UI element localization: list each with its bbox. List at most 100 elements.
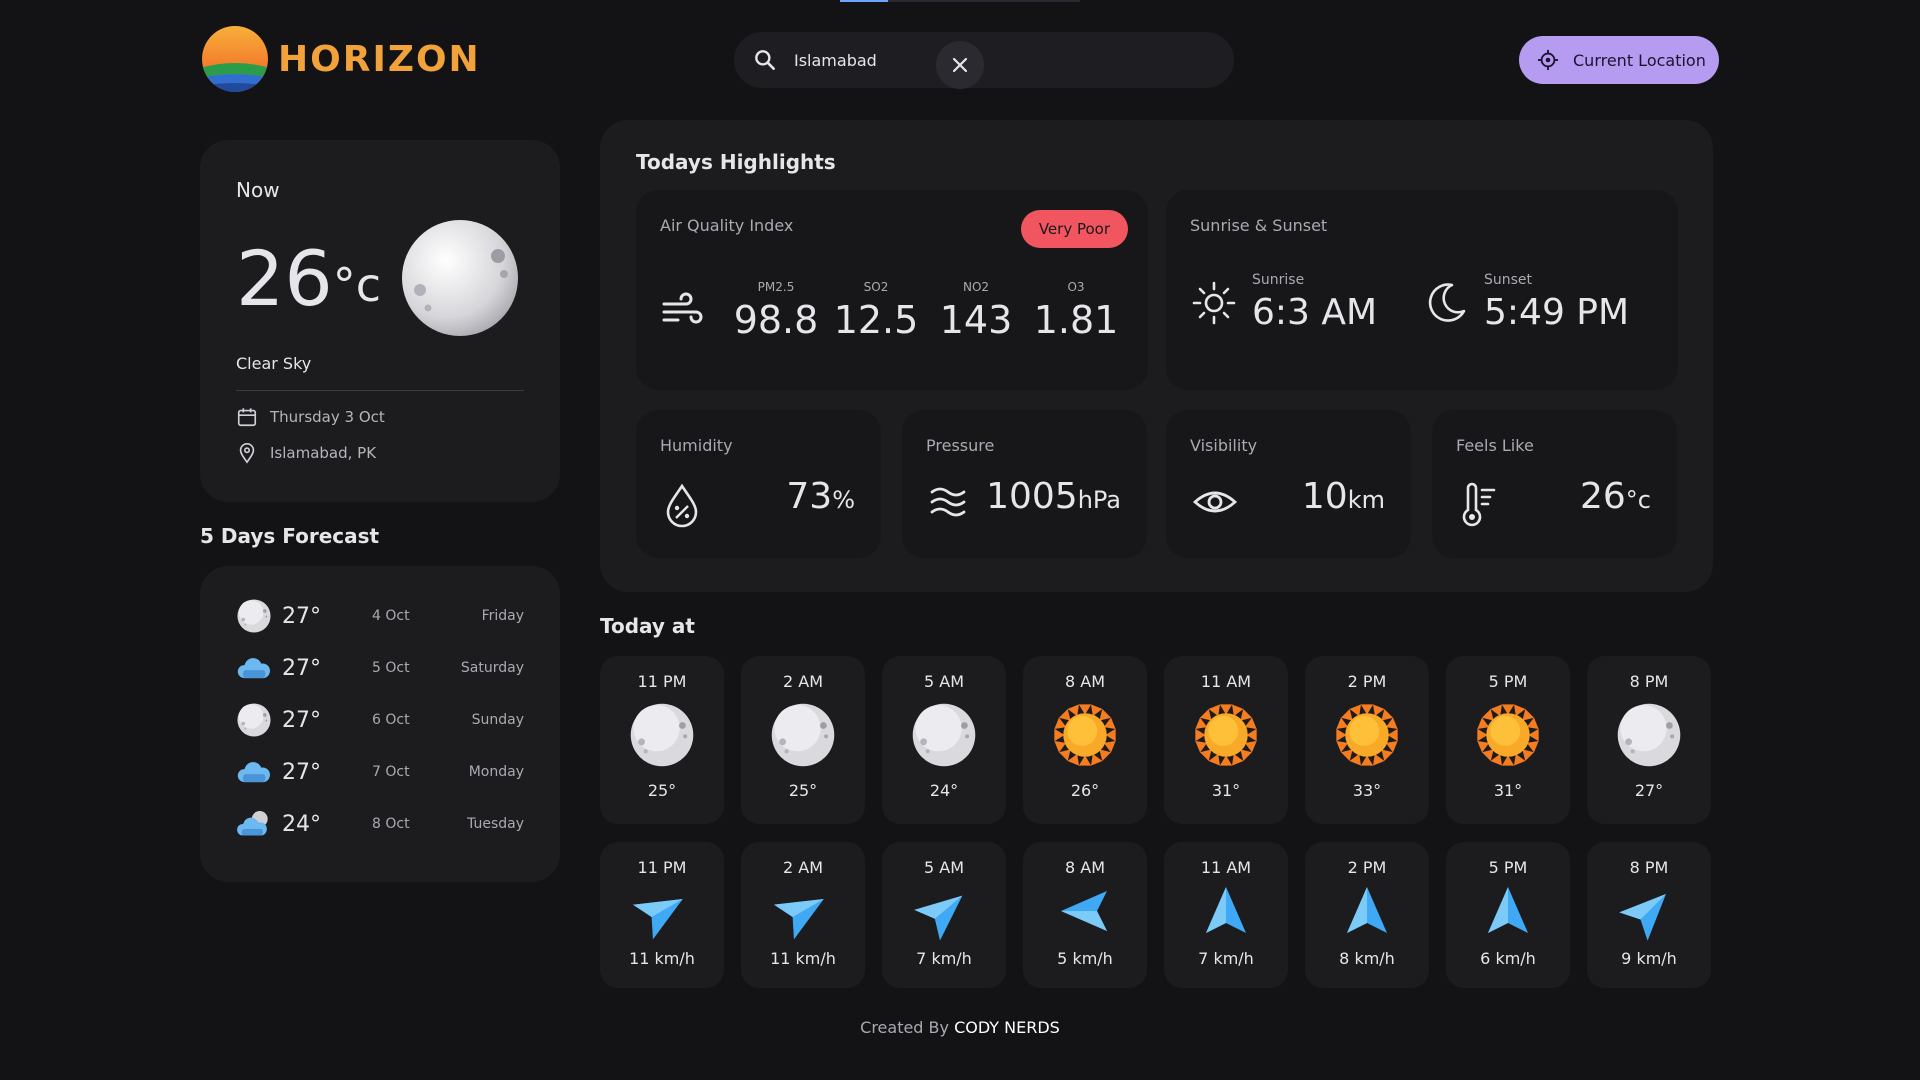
hourly-card: 2 PM 33° xyxy=(1305,656,1429,824)
forecast-day: Friday xyxy=(481,608,524,624)
forecast-day: Tuesday xyxy=(467,816,524,832)
wind-card: 8 AM 5 km/h xyxy=(1023,842,1147,988)
pollutant-name: SO2 xyxy=(863,280,889,294)
moon-icon xyxy=(769,701,837,773)
sunrise-label: Sunrise xyxy=(1252,272,1305,288)
forecast-temp: 27° xyxy=(282,759,321,785)
app-name: HORIZON xyxy=(278,38,481,80)
forecast-row: 27° 7 Oct Monday xyxy=(236,752,524,792)
wind-speed: 9 km/h xyxy=(1621,949,1677,968)
wind-speed: 11 km/h xyxy=(770,949,836,968)
pollutant-name: NO2 xyxy=(962,280,990,294)
pollutant-o3: O3 1.81 xyxy=(1026,280,1126,342)
pressure-value: 1005 xyxy=(986,476,1078,517)
humidity-drop-icon xyxy=(666,483,698,528)
wind-card: 11 AM 7 km/h xyxy=(1164,842,1288,988)
wind-time: 11 PM xyxy=(637,858,687,877)
forecast-temp: 27° xyxy=(282,655,321,681)
hourly-temp: 25° xyxy=(647,781,677,800)
pressure-label: Pressure xyxy=(926,436,995,455)
current-date: Thursday 3 Oct xyxy=(270,408,385,426)
date-row: Thursday 3 Oct xyxy=(236,406,385,428)
humidity-card: Humidity 73% xyxy=(636,410,881,558)
wind-direction-icon xyxy=(1339,883,1395,943)
humidity-value: 73 xyxy=(786,476,833,517)
wind-card: 2 AM 11 km/h xyxy=(741,842,865,988)
clear-search-button[interactable] xyxy=(936,41,984,89)
cloud-icon xyxy=(236,650,272,686)
moon-icon xyxy=(236,598,272,634)
forecast-row: 27° 5 Oct Saturday xyxy=(236,648,524,688)
sun-outline-icon xyxy=(1192,281,1236,324)
pollutant-name: PM2.5 xyxy=(757,280,795,294)
hourly-temp: 31° xyxy=(1493,781,1523,800)
forecast-day: Saturday xyxy=(460,660,524,676)
forecast-temp: 24° xyxy=(282,811,321,837)
feels-like-card: Feels Like 26°c xyxy=(1432,410,1677,558)
footer-author-link[interactable]: CODY NERDS xyxy=(954,1018,1060,1037)
hourly-card: 8 AM 26° xyxy=(1023,656,1147,824)
wind-time: 2 AM xyxy=(782,858,823,877)
app-logo[interactable]: HORIZON xyxy=(200,24,481,94)
sunset-label: Sunset xyxy=(1484,272,1533,288)
location-pin-icon xyxy=(239,443,255,464)
wind-icon xyxy=(662,292,703,324)
aqi-label: Air Quality Index xyxy=(660,216,794,235)
sun-icon xyxy=(1333,701,1401,773)
feels-like-unit: °c xyxy=(1625,486,1651,514)
pollutant-pm25: PM2.5 98.8 xyxy=(726,280,826,342)
sunrise-block: Sunrise 6:3 AM xyxy=(1190,272,1377,333)
wind-direction-icon xyxy=(1480,883,1536,943)
moon-icon xyxy=(910,701,978,773)
hourly-temp: 24° xyxy=(929,781,959,800)
now-title: Now xyxy=(236,178,280,202)
forecast-temp: 27° xyxy=(282,603,321,629)
hourly-card: 8 PM 27° xyxy=(1587,656,1711,824)
sun-icon xyxy=(1051,701,1119,773)
forecast-row: 24° 8 Oct Tuesday xyxy=(236,804,524,844)
footer-prefix: Created By xyxy=(860,1018,949,1037)
forecast-card: 27° 4 Oct Friday 27° 5 Oct Saturday 27° 6 Oct Su… xyxy=(200,566,560,882)
sunrise-time: 6:3 AM xyxy=(1252,292,1378,333)
hourly-card: 11 AM 31° xyxy=(1164,656,1288,824)
hourly-card: 5 AM 24° xyxy=(882,656,1006,824)
pressure-unit: hPa xyxy=(1077,486,1121,514)
wind-direction-icon xyxy=(1057,883,1113,943)
hourly-temp: 26° xyxy=(1070,781,1100,800)
wind-direction-icon xyxy=(632,883,690,943)
footer: Created By CODY NERDS xyxy=(0,1018,1920,1037)
forecast-date: 5 Oct xyxy=(372,660,410,676)
wind-card: 5 AM 7 km/h xyxy=(882,842,1006,988)
hourly-time: 5 PM xyxy=(1488,672,1528,691)
pressure-value-wrap: 1005hPa xyxy=(986,476,1121,517)
sunset-time: 5:49 PM xyxy=(1484,292,1630,333)
close-icon xyxy=(952,57,968,73)
air-quality-card: Air Quality Index Very Poor PM2.5 98.8 S… xyxy=(636,190,1148,390)
divider xyxy=(236,390,524,391)
moon-icon xyxy=(628,701,696,773)
wind-card: 5 PM 6 km/h xyxy=(1446,842,1570,988)
forecast-day: Monday xyxy=(468,764,524,780)
calendar-icon xyxy=(237,408,257,427)
current-location-button[interactable]: Current Location xyxy=(1519,36,1719,84)
humidity-label: Humidity xyxy=(660,436,733,455)
hourly-temp: 31° xyxy=(1211,781,1241,800)
visibility-label: Visibility xyxy=(1190,436,1258,455)
current-location: Islamabad, PK xyxy=(270,444,377,462)
forecast-date: 7 Oct xyxy=(372,764,410,780)
visibility-card: Visibility 10km xyxy=(1166,410,1411,558)
pressure-waves-icon xyxy=(930,487,966,517)
search-input[interactable] xyxy=(792,49,946,71)
current-temperature-value: 26 xyxy=(236,234,333,323)
forecast-row: 27° 4 Oct Friday xyxy=(236,596,524,636)
top-progress-line xyxy=(840,0,1080,2)
wind-direction-icon xyxy=(914,883,972,943)
search-bar[interactable] xyxy=(734,32,1234,89)
location-row: Islamabad, PK xyxy=(236,442,376,464)
cloud-icon xyxy=(236,754,272,790)
forecast-title: 5 Days Forecast xyxy=(200,524,380,548)
pollutant-so2: SO2 12.5 xyxy=(826,280,926,342)
hourly-card: 2 AM 25° xyxy=(741,656,865,824)
thermometer-icon xyxy=(1462,482,1496,527)
hourly-time: 11 PM xyxy=(637,672,687,691)
